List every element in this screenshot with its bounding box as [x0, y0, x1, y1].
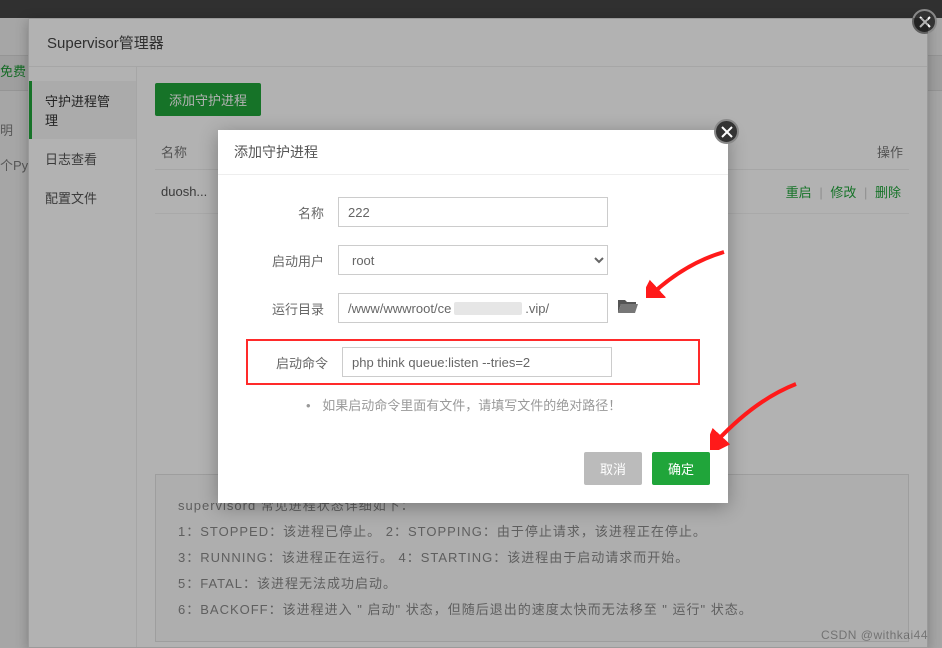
dir-input[interactable]: /www/wwwroot/ce .vip/ — [338, 293, 608, 323]
form-note: • 如果启动命令里面有文件，请填写文件的绝对路径！ — [248, 395, 698, 414]
cmd-input[interactable] — [342, 347, 612, 377]
form-row-cmd: 启动命令 — [248, 341, 698, 383]
modal-title: 添加守护进程 — [218, 130, 728, 175]
bullet-icon: • — [306, 398, 311, 413]
add-process-modal: 添加守护进程 名称 启动用户 root 运行目录 /www/wwwroot/ce… — [218, 130, 728, 503]
cancel-button[interactable]: 取消 — [584, 452, 642, 485]
note-text: 如果启动命令里面有文件，请填写文件的绝对路径！ — [322, 398, 621, 413]
label-name: 名称 — [248, 203, 338, 222]
form-row-name: 名称 — [248, 197, 698, 227]
name-input[interactable] — [338, 197, 608, 227]
dir-value-prefix: /www/wwwroot/ce — [348, 301, 451, 316]
form-row-dir: 运行目录 /www/wwwroot/ce .vip/ — [248, 293, 698, 323]
confirm-button[interactable]: 确定 — [652, 452, 710, 485]
modal-footer: 取消 确定 — [218, 448, 728, 503]
dir-value-suffix: .vip/ — [525, 301, 549, 316]
label-dir: 运行目录 — [248, 299, 338, 318]
form-row-user: 启动用户 root — [248, 245, 698, 275]
form: 名称 启动用户 root 运行目录 /www/wwwroot/ce .vip/ … — [218, 175, 728, 448]
close-icon[interactable] — [714, 119, 739, 144]
label-user: 启动用户 — [248, 251, 338, 270]
folder-open-icon[interactable] — [618, 298, 638, 319]
watermark: CSDN @withkai44 — [821, 628, 928, 642]
redacted-segment — [454, 302, 522, 315]
user-select[interactable]: root — [338, 245, 608, 275]
label-cmd: 启动命令 — [252, 353, 342, 372]
